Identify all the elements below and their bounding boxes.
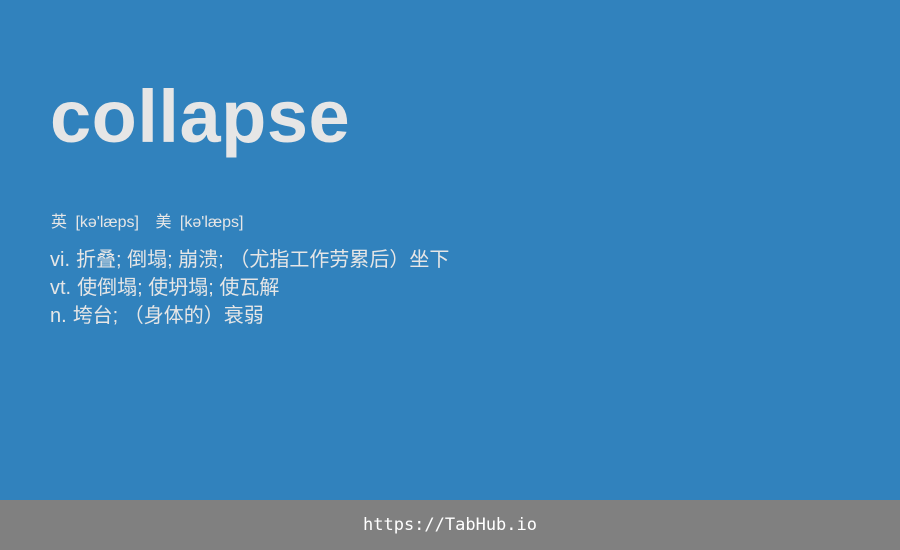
footer-link[interactable]: https://TabHub.io: [363, 515, 537, 535]
phonetic-us: 美 [kə'læps]: [155, 212, 243, 234]
headword: collapse: [50, 75, 351, 158]
definition-line: n. 垮台; （身体的）衰弱: [50, 302, 449, 330]
definition-pos: vt.: [50, 277, 72, 299]
footer-bar: https://TabHub.io: [0, 500, 900, 550]
phonetic-uk-ipa: [kə'læps]: [75, 214, 139, 231]
phonetic-us-label: 美: [155, 214, 172, 231]
phonetic-us-ipa: [kə'læps]: [179, 214, 244, 231]
phonetic-uk: 英 [kə'læps]: [51, 212, 139, 234]
definition-meaning: 使倒塌; 使坍塌; 使瓦解: [77, 277, 280, 299]
definition-pos: vi.: [50, 249, 70, 271]
definition-meaning: 垮台; （身体的）衰弱: [72, 305, 264, 327]
word-card: collapse 英 [kə'læps] 美 [kə'læps] vi. 折叠; …: [0, 0, 900, 500]
phonetics: 英 [kə'læps] 美 [kə'læps]: [51, 212, 255, 234]
definition-line: vt. 使倒塌; 使坍塌; 使瓦解: [50, 274, 449, 302]
definition-line: vi. 折叠; 倒塌; 崩溃; （尤指工作劳累后）坐下: [50, 246, 449, 274]
definition-meaning: 折叠; 倒塌; 崩溃; （尤指工作劳累后）坐下: [76, 249, 450, 271]
definitions: vi. 折叠; 倒塌; 崩溃; （尤指工作劳累后）坐下 vt. 使倒塌; 使坍塌; …: [50, 246, 449, 330]
phonetic-uk-label: 英: [51, 214, 68, 231]
definition-pos: n.: [50, 305, 67, 327]
